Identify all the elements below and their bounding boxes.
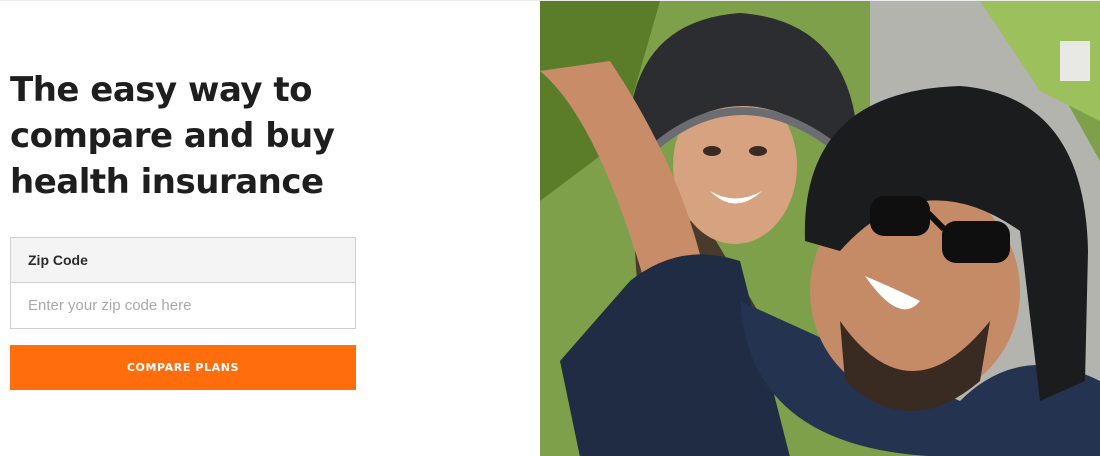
hero-headline: The easy way to compare and buy health i… (10, 67, 390, 205)
hero-panel: The easy way to compare and buy health i… (0, 1, 540, 456)
woman-eye-left (703, 146, 721, 156)
hero-photo (540, 1, 1100, 456)
woman-eye-right (749, 146, 767, 156)
zip-code-input[interactable] (11, 283, 355, 328)
landing-page: The easy way to compare and buy health i… (0, 0, 1100, 456)
headline-line-1: The easy way to (10, 70, 312, 110)
zip-code-label: Zip Code (11, 238, 355, 283)
headline-line-2: compare and buy (10, 116, 335, 156)
sunglasses-left-lens (870, 196, 930, 236)
compare-plans-button[interactable]: COMPARE PLANS (10, 345, 356, 390)
distant-building (1060, 41, 1090, 81)
zip-code-form: Zip Code (10, 237, 356, 329)
sunglasses-right-lens (942, 221, 1010, 263)
headline-line-3: health insurance (10, 162, 324, 202)
hero-photo-illustration (540, 1, 1100, 456)
